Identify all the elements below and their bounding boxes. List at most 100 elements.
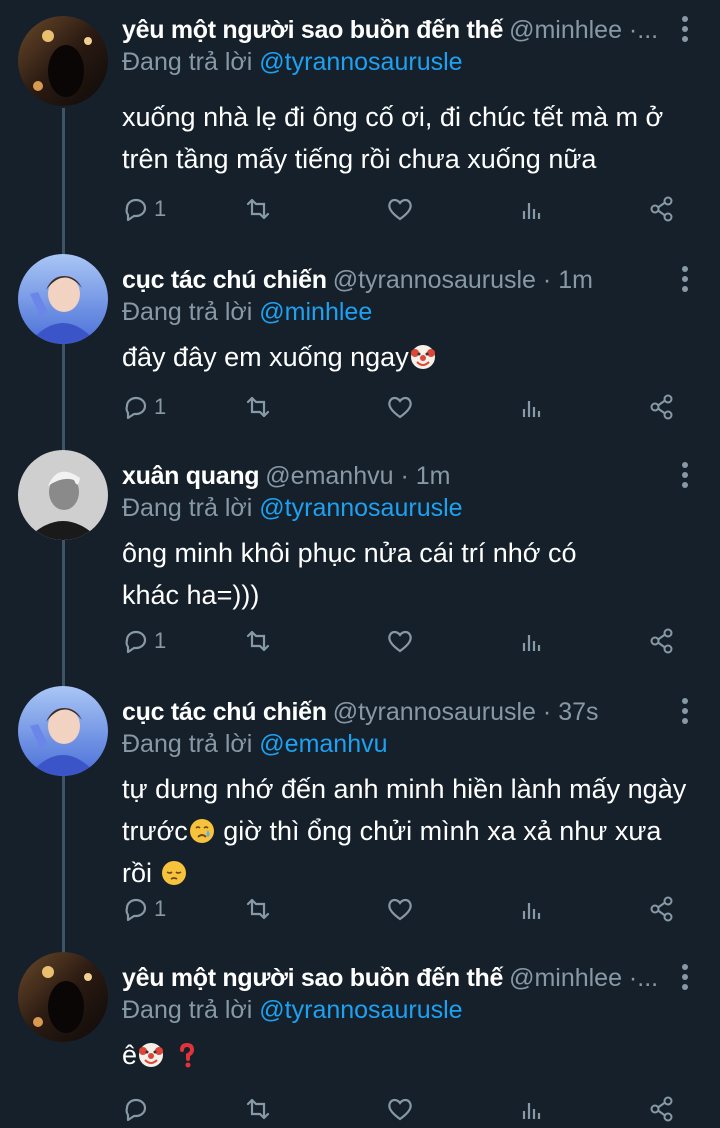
display-name[interactable]: cục tác chú chiến [122, 698, 327, 726]
analytics-button[interactable] [518, 390, 546, 424]
reply-prefix: Đang trả lời [122, 298, 253, 326]
retweet-icon [246, 630, 270, 652]
mention-link[interactable]: @emanhvu [259, 730, 387, 758]
heart-icon [388, 898, 412, 921]
like-button[interactable] [386, 192, 414, 226]
display-name[interactable]: cục tác chú chiến [122, 266, 327, 294]
user-handle[interactable]: @minhlee ·... [509, 964, 658, 992]
retweet-button[interactable] [244, 390, 272, 424]
timestamp[interactable]: 1m [558, 266, 593, 294]
reply-icon [125, 198, 147, 222]
tweet[interactable]: yêu một người sao buồn đến thế @minhlee ·… [0, 0, 720, 250]
tweet-header: xuân quang @emanhvu · 1m [122, 462, 451, 490]
more-options-icon[interactable] [680, 698, 690, 728]
reply-context: Đang trả lời @emanhvu [122, 728, 388, 760]
more-options-icon[interactable] [680, 16, 690, 46]
display-name[interactable]: xuân quang [122, 462, 260, 490]
user-handle[interactable]: @tyrannosaurusle [333, 266, 536, 294]
like-button[interactable] [386, 892, 414, 926]
more-options-icon[interactable] [680, 462, 690, 492]
heart-icon [388, 396, 412, 419]
timestamp[interactable]: 37s [558, 698, 598, 726]
tweet[interactable]: cục tác chú chiến @tyrannosaurusle · 37s … [0, 682, 720, 948]
reply-button[interactable]: 1 [122, 624, 166, 658]
avatar[interactable] [18, 952, 108, 1042]
avatar[interactable] [18, 686, 108, 776]
avatar[interactable] [18, 16, 108, 106]
retweet-icon [246, 198, 270, 220]
red-question-mark-emoji [179, 1042, 194, 1068]
mention-link[interactable]: @tyrannosaurusle [259, 494, 462, 522]
reply-button[interactable]: 1 [122, 390, 166, 424]
analytics-icon [522, 203, 541, 219]
display-name[interactable]: yêu một người sao buồn đến thế [122, 16, 503, 44]
tweet-actions: 1 [122, 192, 682, 226]
tweet-actions: 1 [122, 624, 682, 658]
more-options-icon[interactable] [680, 964, 690, 994]
retweet-button[interactable] [244, 892, 272, 926]
pensive-face-emoji [161, 861, 186, 885]
reply-button[interactable]: 1 [122, 892, 166, 926]
reply-count: 1 [154, 394, 167, 419]
mention-link[interactable]: @tyrannosaurusle [259, 48, 462, 76]
reply-context: Đang trả lời @tyrannosaurusle [122, 492, 463, 524]
reply-prefix: Đang trả lời [122, 48, 253, 76]
analytics-icon [522, 635, 541, 651]
share-button[interactable] [648, 192, 676, 226]
avatar[interactable] [18, 254, 108, 344]
share-button[interactable] [648, 624, 676, 658]
heart-icon [388, 1098, 412, 1121]
analytics-icon [522, 401, 541, 417]
analytics-button[interactable] [518, 192, 546, 226]
reply-prefix: Đang trả lời [122, 730, 253, 758]
reply-prefix: Đang trả lời [122, 494, 253, 522]
heart-icon [388, 630, 412, 653]
like-button[interactable] [386, 390, 414, 424]
display-name[interactable]: yêu một người sao buồn đến thế [122, 964, 503, 992]
like-button[interactable] [386, 1092, 414, 1126]
reply-button[interactable]: 1 [122, 192, 166, 226]
like-button[interactable] [386, 624, 414, 658]
tweet-header: yêu một người sao buồn đến thế @minhlee ·… [122, 962, 666, 994]
tweet-text: ông minh khôi phục nửa cái trí nhớ có kh… [122, 538, 577, 610]
analytics-button[interactable] [518, 624, 546, 658]
retweet-button[interactable] [244, 1092, 272, 1126]
mention-link[interactable]: @minhlee [259, 298, 372, 326]
clown-face-emoji [410, 345, 435, 369]
share-icon [650, 1096, 673, 1122]
retweet-icon [246, 898, 270, 920]
tweet-header: cục tác chú chiến @tyrannosaurusle · 37s [122, 698, 599, 726]
tweet[interactable]: xuân quang @emanhvu · 1m Đang trả lời @ty… [0, 446, 720, 682]
share-button[interactable] [648, 390, 676, 424]
share-icon [650, 394, 673, 420]
tweet[interactable]: yêu một người sao buồn đến thế @minhlee ·… [0, 948, 720, 1128]
reply-prefix: Đang trả lời [122, 996, 253, 1024]
analytics-icon [522, 903, 541, 919]
reply-context: Đang trả lời @tyrannosaurusle [122, 46, 463, 78]
more-options-icon[interactable] [680, 266, 690, 296]
reply-icon [125, 396, 147, 420]
tweet[interactable]: cục tác chú chiến @tyrannosaurusle · 1m Đ… [0, 250, 720, 446]
tweet-actions: 1 [122, 390, 682, 424]
avatar[interactable] [18, 450, 108, 540]
reply-context: Đang trả lời @minhlee [122, 296, 372, 328]
tweet-actions [122, 1092, 682, 1126]
timestamp[interactable]: 1m [416, 462, 451, 490]
user-handle[interactable]: @tyrannosaurusle [333, 698, 536, 726]
share-button[interactable] [648, 892, 676, 926]
reply-count: 1 [154, 196, 167, 221]
reply-icon [125, 630, 147, 654]
user-handle[interactable]: @emanhvu [265, 462, 393, 490]
user-handle[interactable]: @minhlee ·... [509, 16, 658, 44]
tweet-header: yêu một người sao buồn đến thế @minhlee ·… [122, 14, 666, 46]
retweet-button[interactable] [244, 624, 272, 658]
reply-context: Đang trả lời @tyrannosaurusle [122, 994, 463, 1026]
reply-button[interactable] [122, 1092, 154, 1126]
mention-link[interactable]: @tyrannosaurusle [259, 996, 462, 1024]
share-button[interactable] [648, 1092, 676, 1126]
analytics-button[interactable] [518, 892, 546, 926]
reply-icon [125, 1098, 147, 1122]
analytics-button[interactable] [518, 1092, 546, 1126]
tweet-text: xuống nhà lẹ đi ông cố ơi, đi chúc tết m… [122, 102, 664, 174]
retweet-button[interactable] [244, 192, 272, 226]
